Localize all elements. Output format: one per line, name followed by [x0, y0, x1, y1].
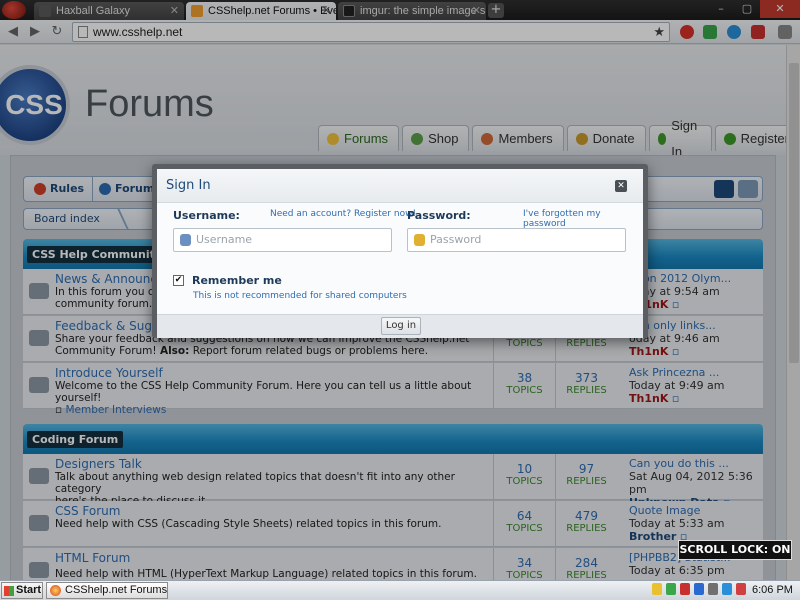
sign-in-dialog: Sign In ✕ Username: Need an account? Reg…	[152, 164, 648, 338]
taskbar-item-browser[interactable]: CSShelp.net Forums • ...	[46, 582, 168, 599]
tray-network-icon[interactable]	[708, 583, 718, 595]
password-placeholder: Password	[430, 233, 482, 246]
remember-me-note: This is not recommended for shared compu…	[193, 291, 407, 301]
register-link[interactable]: Need an account? Register now!	[270, 209, 416, 219]
start-button[interactable]: Start	[1, 582, 43, 599]
task-title: CSShelp.net Forums • ...	[65, 584, 168, 596]
dialog-title: Sign In	[166, 178, 211, 193]
username-placeholder: Username	[196, 233, 253, 246]
remember-me-checkbox[interactable]: ✔	[173, 275, 184, 286]
tray-red-icon[interactable]	[680, 583, 690, 595]
tray-security-icon[interactable]	[736, 583, 746, 595]
password-input[interactable]: Password	[407, 228, 626, 252]
windows-flag-icon	[4, 586, 14, 596]
dialog-header: Sign In ✕	[157, 169, 643, 203]
dialog-close-icon[interactable]: ✕	[615, 180, 627, 192]
tray-bluetooth-icon[interactable]	[694, 583, 704, 595]
browser-icon	[50, 585, 61, 596]
password-label: Password:	[407, 209, 471, 222]
start-label: Start	[16, 584, 42, 596]
forgot-password-link[interactable]: I've forgotten my password	[523, 209, 643, 229]
clock[interactable]: 6:06 PM	[752, 582, 793, 598]
username-input[interactable]: Username	[173, 228, 392, 252]
username-label: Username:	[173, 209, 240, 222]
log-in-button[interactable]: Log in	[381, 317, 421, 335]
tray-volume-icon[interactable]	[722, 583, 732, 595]
tray-green-icon[interactable]	[666, 583, 676, 595]
user-icon	[180, 234, 191, 246]
scroll-lock-indicator: SCROLL LOCK: ON	[678, 540, 792, 560]
tray-help-icon[interactable]	[652, 583, 662, 595]
key-icon	[414, 234, 425, 246]
remember-me-label[interactable]: Remember me	[192, 274, 282, 287]
dialog-footer: Log in	[157, 314, 643, 338]
